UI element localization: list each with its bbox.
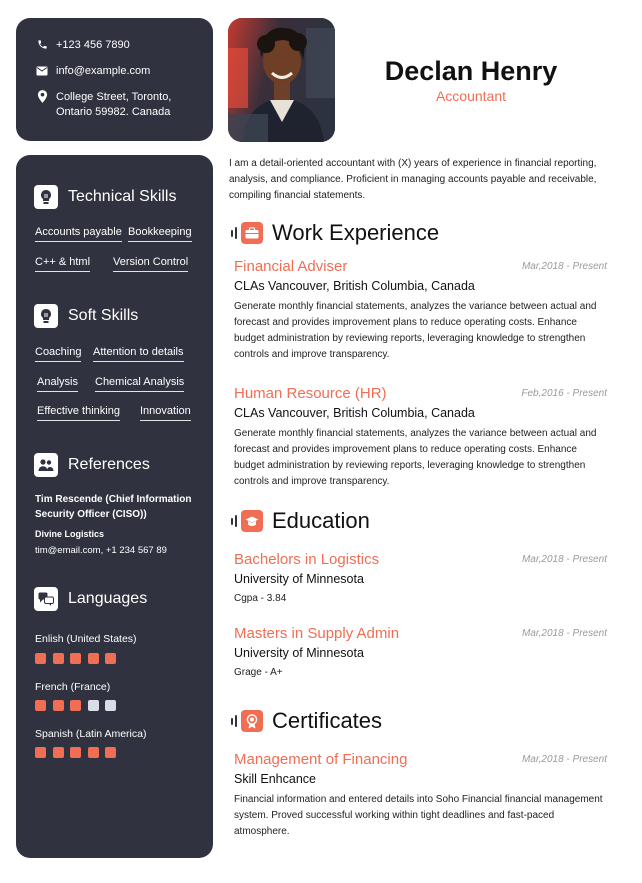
job-company: CLAs Vancouver, British Columbia, Canada	[234, 279, 475, 293]
level-square-empty	[87, 700, 99, 711]
language-name: Enlish (United States)	[35, 633, 137, 645]
reference-company: Divine Logistics	[35, 529, 105, 539]
degree-date: Mar,2018 - Present	[521, 628, 607, 639]
graduation-cap-icon	[241, 510, 263, 532]
language-level	[35, 700, 123, 711]
map-pin-icon	[36, 90, 48, 103]
degree-grade: Cgpa - 3.84	[234, 593, 287, 604]
skill-chip: Chemical Analysis	[95, 376, 185, 392]
profile-summary: I am a detail-oriented accountant with (…	[229, 158, 597, 201]
level-square-filled	[52, 700, 64, 711]
level-square-filled	[52, 653, 64, 664]
soft-skills-header: Soft Skills	[34, 304, 138, 328]
reference-name: Tim Rescende (Chief Information Security…	[35, 494, 192, 520]
level-square-filled	[70, 653, 81, 664]
work-entry: Financial Adviser Mar,2018 - Present CLA…	[234, 258, 607, 363]
education-entry: Masters in Supply Admin Mar,2018 - Prese…	[234, 625, 607, 678]
work-entry: Human Resource (HR) Feb,2016 - Present C…	[234, 385, 607, 490]
skill-chip: Accounts payable	[35, 226, 122, 242]
language-level	[35, 653, 123, 664]
briefcase-icon	[241, 222, 263, 244]
certificate-entry: Management of Financing Mar,2018 - Prese…	[234, 751, 607, 840]
job-company: CLAs Vancouver, British Columbia, Canada	[234, 406, 475, 420]
candidate-name: Declan Henry	[384, 56, 558, 86]
certificate-subtitle: Skill Enhcance	[234, 772, 316, 786]
contact-address-line2: Ontario 59982. Canada	[56, 106, 171, 118]
skill-chip: Effective thinking	[37, 405, 120, 421]
level-square-filled	[35, 700, 46, 711]
education-header: Education	[231, 508, 370, 534]
certificate-description: Financial information and entered detail…	[234, 794, 603, 837]
contact-email[interactable]: info@example.com	[36, 64, 213, 79]
skill-chip: Innovation	[140, 405, 191, 421]
contact-email-text: info@example.com	[56, 65, 151, 77]
certificate-date: Mar,2018 - Present	[521, 754, 607, 765]
job-date: Feb,2016 - Present	[521, 388, 607, 399]
language-level	[35, 747, 123, 758]
references-header: References	[34, 453, 150, 477]
technical-skills-title: Technical Skills	[68, 188, 177, 205]
languages-title: Languages	[68, 590, 148, 607]
level-square-filled	[70, 700, 81, 711]
lightbulb-icon	[34, 185, 58, 209]
level-square-filled	[35, 747, 46, 758]
level-square-empty	[105, 700, 116, 711]
skill-chip: Version Control	[113, 256, 189, 272]
degree-school: University of Minnesota	[234, 572, 364, 586]
references-title: References	[68, 456, 150, 473]
education-title: Education	[272, 508, 370, 533]
contact-address-line1: College Street, Toronto,	[56, 91, 172, 103]
education-entry: Bachelors in Logistics Mar,2018 - Presen…	[234, 551, 607, 604]
candidate-role: Accountant	[435, 88, 507, 104]
technical-skills-header: Technical Skills	[34, 185, 176, 209]
job-date: Mar,2018 - Present	[521, 261, 607, 272]
level-square-filled	[35, 653, 46, 664]
sound-bars-icon	[231, 715, 238, 727]
skill-chip: C++ & html	[35, 256, 91, 272]
skill-chip: Analysis	[37, 376, 78, 392]
certificates-title: Certificates	[272, 708, 383, 733]
degree-school: University of Minnesota	[234, 646, 364, 660]
contact-address: College Street, Toronto, Ontario 59982. …	[36, 90, 213, 120]
sidebar: Technical Skills Accounts payable Bookke…	[16, 155, 213, 858]
language-name: Spanish (Latin America)	[35, 728, 147, 740]
people-icon	[34, 453, 58, 477]
level-square-filled	[105, 747, 116, 758]
envelope-icon	[36, 64, 48, 77]
speech-bubbles-icon	[34, 587, 58, 611]
level-square-filled	[70, 747, 81, 758]
contact-card: +123 456 7890 info@example.com College S…	[16, 18, 213, 141]
job-description: Generate monthly financial statements, a…	[234, 301, 597, 360]
language-name: French (France)	[35, 681, 111, 693]
certificates-header: Certificates	[231, 708, 382, 734]
level-square-filled	[52, 747, 64, 758]
contact-phone-text: +123 456 7890	[56, 39, 130, 51]
sound-bars-icon	[231, 515, 238, 527]
lightbulb-icon	[34, 304, 58, 328]
level-square-filled	[105, 653, 116, 664]
award-ribbon-icon	[241, 710, 263, 732]
contact-phone[interactable]: +123 456 7890	[36, 38, 213, 53]
soft-skills-title: Soft Skills	[68, 307, 139, 324]
work-experience-title: Work Experience	[272, 220, 440, 245]
phone-icon	[36, 38, 48, 51]
degree-grade: Grage - A+	[234, 667, 283, 678]
level-square-filled	[87, 653, 99, 664]
work-experience-header: Work Experience	[231, 220, 439, 246]
skill-chip: Attention to details	[93, 346, 184, 362]
skill-chip: Coaching	[35, 346, 82, 362]
level-square-filled	[87, 747, 99, 758]
skill-chip: Bookkeeping	[128, 226, 192, 242]
languages-header: Languages	[34, 587, 147, 611]
degree-date: Mar,2018 - Present	[521, 554, 607, 565]
reference-contact: tim@email.com, +1 234 567 89	[35, 545, 167, 556]
sound-bars-icon	[231, 227, 238, 239]
profile-photo	[228, 18, 335, 142]
job-description: Generate monthly financial statements, a…	[234, 428, 597, 487]
